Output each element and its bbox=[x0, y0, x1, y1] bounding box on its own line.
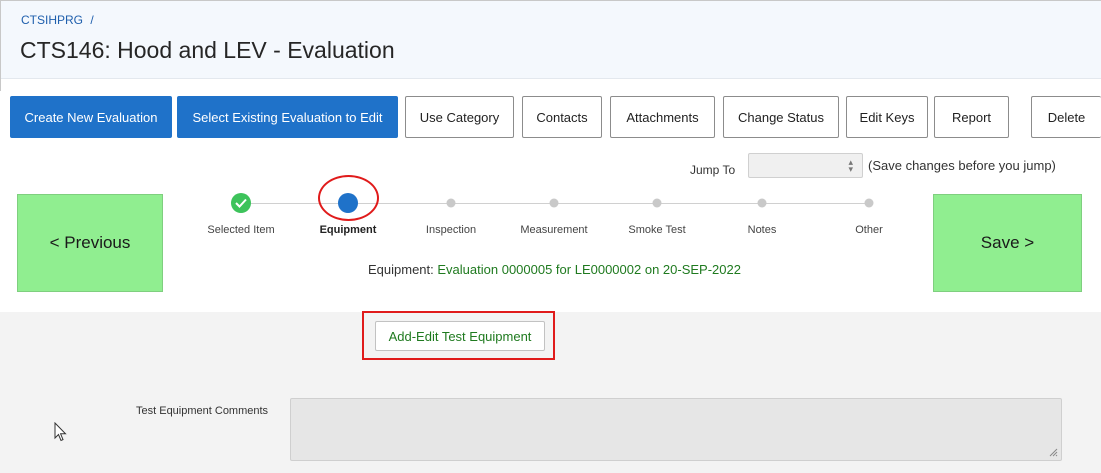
pending-step-icon bbox=[549, 198, 559, 208]
select-existing-evaluation-button[interactable]: Select Existing Evaluation to Edit bbox=[177, 96, 398, 138]
change-status-button[interactable]: Change Status bbox=[723, 96, 839, 138]
test-equipment-comments-textarea[interactable] bbox=[290, 398, 1062, 461]
breadcrumb-link[interactable]: CTSIHPRG bbox=[21, 13, 83, 27]
page-header: CTSIHPRG / CTS146: Hood and LEV - Evalua… bbox=[1, 1, 1101, 79]
step-marker bbox=[864, 198, 874, 208]
attachments-button[interactable]: Attachments bbox=[610, 96, 715, 138]
step-marker bbox=[549, 198, 559, 208]
step-label: Measurement bbox=[520, 224, 588, 236]
step-marker bbox=[652, 198, 662, 208]
step-marker bbox=[446, 198, 456, 208]
pending-step-icon bbox=[446, 198, 456, 208]
breadcrumb: CTSIHPRG / bbox=[21, 13, 94, 27]
step-label: Other bbox=[855, 224, 883, 236]
edit-keys-button[interactable]: Edit Keys bbox=[846, 96, 928, 138]
step-label: Smoke Test bbox=[628, 224, 686, 236]
use-category-button[interactable]: Use Category bbox=[405, 96, 514, 138]
step-marker bbox=[757, 198, 767, 208]
breadcrumb-separator: / bbox=[90, 13, 94, 27]
step-label: Equipment bbox=[319, 224, 377, 236]
step-label: Inspection bbox=[425, 224, 477, 236]
step-marker bbox=[231, 193, 251, 213]
previous-button[interactable]: < Previous bbox=[17, 194, 163, 292]
mouse-pointer-icon bbox=[54, 422, 67, 442]
pending-step-icon bbox=[864, 198, 874, 208]
highlight-ellipse bbox=[318, 175, 379, 221]
jump-to-label: Jump To bbox=[690, 163, 736, 177]
step-label: Selected Item bbox=[207, 224, 275, 236]
toolbar: Create New Evaluation Select Existing Ev… bbox=[0, 91, 1101, 146]
report-button[interactable]: Report bbox=[934, 96, 1009, 138]
equipment-summary: Equipment: Evaluation 0000005 for LE0000… bbox=[368, 262, 741, 277]
pending-step-icon bbox=[652, 198, 662, 208]
test-equipment-comments-label: Test Equipment Comments bbox=[136, 405, 269, 417]
page-title: CTS146: Hood and LEV - Evaluation bbox=[20, 37, 395, 63]
contacts-button[interactable]: Contacts bbox=[522, 96, 602, 138]
delete-button[interactable]: Delete bbox=[1031, 96, 1101, 138]
resize-grip-icon[interactable] bbox=[1048, 447, 1058, 457]
step-label: Notes bbox=[747, 224, 777, 236]
create-new-evaluation-button[interactable]: Create New Evaluation bbox=[10, 96, 172, 138]
equipment-summary-value: Evaluation 0000005 for LE0000002 on 20-S… bbox=[437, 262, 741, 277]
highlight-box bbox=[362, 311, 555, 360]
select-arrows-icon: ▴ ▾ bbox=[848, 157, 853, 174]
check-icon bbox=[231, 193, 251, 213]
save-button[interactable]: Save > bbox=[933, 194, 1082, 292]
jump-to-select[interactable]: ▴ ▾ bbox=[748, 153, 863, 178]
pending-step-icon bbox=[757, 198, 767, 208]
wizard-panel: Jump To ▴ ▾ (Save changes before you jump… bbox=[0, 146, 1101, 312]
jump-note: (Save changes before you jump) bbox=[868, 158, 1056, 173]
equipment-summary-prefix: Equipment: bbox=[368, 262, 434, 277]
